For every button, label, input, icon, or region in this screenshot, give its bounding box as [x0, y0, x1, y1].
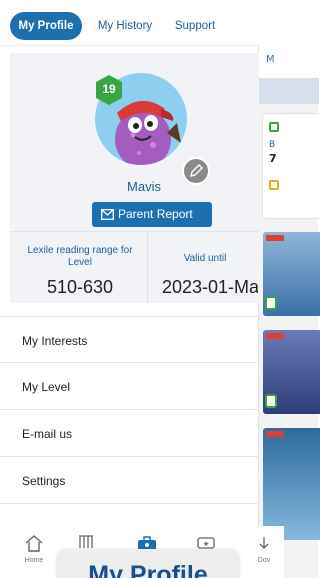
background-header-text: M — [266, 54, 275, 65]
calendar-icon — [269, 122, 279, 132]
stats-divider — [147, 231, 148, 303]
lexile-value: 510-630 — [46, 277, 114, 297]
parent-report-button[interactable]: Parent Report — [92, 202, 212, 227]
stats-divider — [10, 231, 259, 232]
nav-download-label: Dov — [257, 557, 271, 564]
tab-bar: My Profile My History Support — [0, 0, 259, 46]
book-cover[interactable] — [263, 428, 320, 540]
nav-download[interactable]: Dov — [244, 534, 284, 564]
background-band — [259, 78, 319, 104]
background-card-text-1: B — [269, 140, 276, 150]
tab-support[interactable]: Support — [166, 12, 224, 40]
nav-home[interactable]: Home — [14, 534, 54, 564]
home-icon — [25, 535, 43, 552]
valid-until-value: 2023-01-Ma — [162, 277, 258, 297]
book-cover[interactable] — [263, 330, 320, 414]
menu-item-my-level[interactable]: My Level — [0, 363, 259, 410]
svg-text:★: ★ — [203, 540, 209, 548]
tab-my-history[interactable]: My History — [89, 12, 161, 40]
download-icon — [259, 537, 269, 549]
book-cover[interactable] — [263, 232, 320, 316]
menu-item-email-us[interactable]: E-mail us — [0, 410, 259, 457]
menu-item-settings[interactable]: Settings — [0, 457, 259, 504]
menu-item-my-interests[interactable]: My Interests — [0, 316, 259, 363]
level-badge-number: 19 — [102, 82, 116, 96]
lexile-label: Lexile reading range for Level — [27, 245, 133, 268]
mail-icon — [101, 209, 114, 220]
valid-until-label: Valid until — [183, 253, 227, 264]
background-app-panel: M B 7 — [258, 40, 320, 578]
background-header: M — [259, 40, 319, 78]
profile-drawer: My Profile My History Support 19 Mavis P… — [0, 0, 259, 510]
background-card[interactable]: B 7 — [263, 114, 320, 218]
level-badge: 19 — [95, 75, 123, 105]
username: Mavis — [127, 179, 161, 194]
tab-my-profile[interactable]: My Profile — [10, 12, 82, 40]
profile-menu: My Interests My Level E-mail us Settings — [0, 316, 259, 504]
nav-home-label: Home — [24, 557, 44, 564]
parent-report-label: Parent Report — [118, 207, 193, 221]
my-profile-tooltip: My Profile — [57, 549, 239, 578]
background-card-text-2: 7 — [269, 152, 277, 165]
tooltip-text: My Profile — [88, 561, 208, 578]
